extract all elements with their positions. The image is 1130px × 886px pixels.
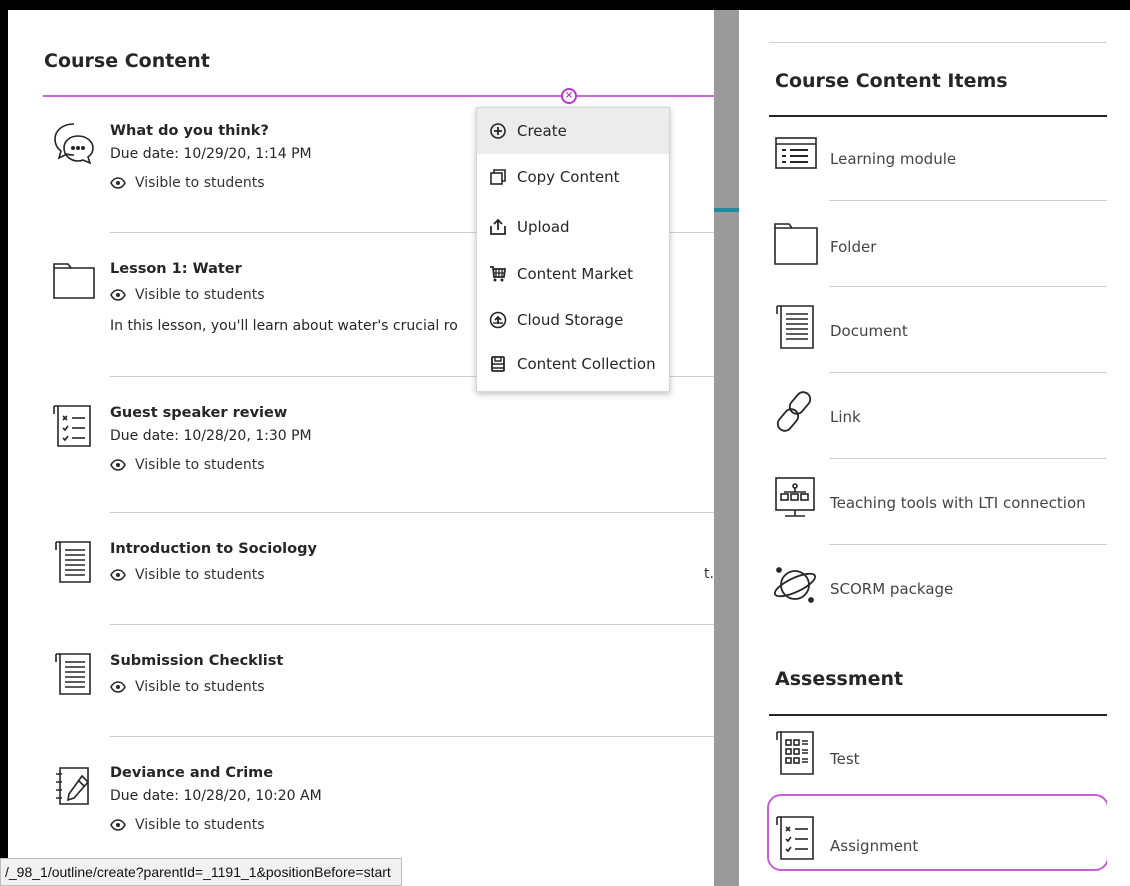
- journal-icon: [52, 762, 96, 810]
- visibility-label: Visible to students: [135, 567, 265, 583]
- scorm-icon: [773, 560, 819, 616]
- item-title[interactable]: Submission Checklist: [110, 650, 710, 672]
- truncated-text: t.: [704, 566, 714, 582]
- section-title: Assessment: [775, 668, 904, 690]
- visibility-label: Visible to students: [135, 817, 265, 833]
- section-title: Course Content Items: [775, 70, 1008, 92]
- accent-bar: [714, 208, 739, 212]
- folder-icon: [773, 218, 819, 274]
- test-icon: [773, 728, 819, 784]
- item-label: Teaching tools with LTI connection: [830, 494, 1086, 512]
- visibility-toggle[interactable]: Visible to students: [110, 812, 710, 838]
- add-scorm-package[interactable]: SCORM package: [773, 560, 1107, 646]
- folder-icon: [52, 258, 96, 306]
- plus-circle-icon: [490, 123, 506, 139]
- item-title[interactable]: Deviance and Crime: [110, 762, 710, 784]
- document-icon: [52, 538, 96, 586]
- divider: [829, 458, 1107, 459]
- overlay-backdrop: [714, 10, 739, 886]
- divider: [110, 624, 714, 625]
- due-date: Due date: 10/28/20, 10:20 AM: [110, 788, 322, 804]
- visibility-toggle[interactable]: Visible to students: [110, 562, 710, 588]
- eye-icon: [110, 681, 126, 693]
- status-bar-url: /_98_1/outline/create?parentId=_1191_1&p…: [0, 858, 402, 886]
- menu-item-label: Cloud Storage: [517, 311, 624, 329]
- add-document[interactable]: Document: [773, 302, 1107, 388]
- lti-icon: [773, 474, 819, 530]
- learning-module-icon: [773, 134, 819, 190]
- due-date: Due date: 10/28/20, 1:30 PM: [110, 428, 312, 444]
- menu-item-copy-content[interactable]: Copy Content: [477, 154, 669, 200]
- create-menu: Create Copy Content Upload Content Marke…: [476, 107, 670, 392]
- assignment-highlight: [767, 794, 1107, 871]
- item-label: Learning module: [830, 150, 957, 168]
- copy-icon: [490, 169, 506, 185]
- panel-edge: [1107, 10, 1130, 886]
- item-label: Folder: [830, 238, 877, 256]
- add-content-panel: Course Content Items Learning module Fol…: [739, 10, 1107, 886]
- section-underline: [769, 714, 1107, 716]
- menu-item-label: Upload: [517, 218, 570, 236]
- menu-item-create[interactable]: Create: [477, 108, 669, 154]
- add-lti-tool[interactable]: Teaching tools with LTI connection: [773, 474, 1107, 560]
- divider: [829, 200, 1107, 201]
- menu-item-cloud-storage[interactable]: Cloud Storage: [477, 297, 669, 343]
- cart-icon: [490, 266, 507, 282]
- eye-icon: [110, 819, 126, 831]
- menu-item-label: Content Market: [517, 265, 633, 283]
- assignment-icon: [52, 402, 96, 450]
- visibility-label: Visible to students: [135, 457, 265, 473]
- menu-item-label: Create: [517, 122, 567, 140]
- divider: [829, 544, 1107, 545]
- menu-item-content-collection[interactable]: Content Collection: [477, 341, 669, 387]
- add-learning-module[interactable]: Learning module: [773, 134, 1107, 220]
- link-icon: [773, 388, 819, 444]
- close-insert-icon[interactable]: ×: [561, 88, 577, 104]
- divider: [829, 286, 1107, 287]
- divider: [829, 372, 1107, 373]
- eye-icon: [110, 569, 126, 581]
- visibility-toggle[interactable]: Visible to students: [110, 674, 710, 700]
- item-label: Document: [830, 322, 908, 340]
- menu-item-upload[interactable]: Upload: [477, 204, 669, 250]
- divider: [110, 512, 714, 513]
- insert-content-line[interactable]: [43, 95, 714, 97]
- visibility-label: Visible to students: [135, 175, 265, 191]
- item-label: Link: [830, 408, 861, 426]
- document-icon: [773, 302, 819, 358]
- page-title: Course Content: [44, 50, 210, 72]
- divider: [110, 736, 714, 737]
- visibility-label: Visible to students: [135, 679, 265, 695]
- menu-item-content-market[interactable]: Content Market: [477, 251, 669, 297]
- collection-icon: [491, 356, 505, 372]
- discussion-icon: [52, 120, 96, 168]
- eye-icon: [110, 459, 126, 471]
- document-icon: [52, 650, 96, 698]
- item-label: Test: [830, 750, 860, 768]
- upload-icon: [490, 218, 506, 235]
- cloud-upload-icon: [489, 311, 507, 329]
- item-label: SCORM package: [830, 580, 954, 598]
- visibility-toggle[interactable]: Visible to students: [110, 452, 710, 478]
- menu-item-label: Content Collection: [517, 355, 656, 373]
- section-underline: [769, 115, 1107, 117]
- add-link[interactable]: Link: [773, 388, 1107, 474]
- divider: [769, 42, 1107, 43]
- add-folder[interactable]: Folder: [773, 218, 1107, 304]
- item-title[interactable]: Introduction to Sociology: [110, 538, 710, 560]
- eye-icon: [110, 289, 126, 301]
- item-title[interactable]: Guest speaker review: [110, 402, 710, 424]
- menu-item-label: Copy Content: [517, 168, 620, 186]
- eye-icon: [110, 177, 126, 189]
- visibility-label: Visible to students: [135, 287, 265, 303]
